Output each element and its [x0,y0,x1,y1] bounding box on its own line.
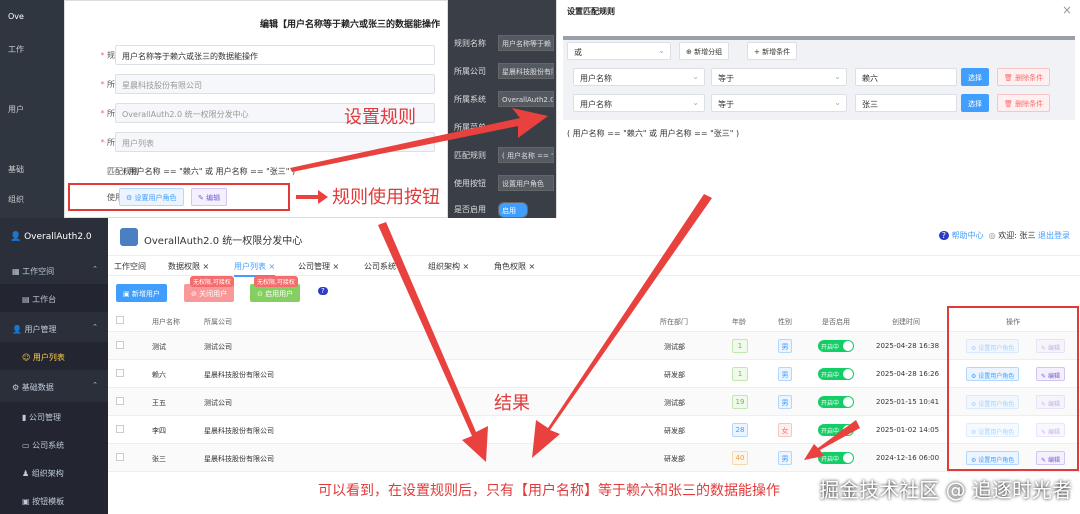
annotation-conclusion: 可以看到，在设置规则后，只有【用户名称】等于赖六和张三的数据能操作 [318,483,780,499]
annotation-result: 结果 [494,393,530,414]
arrow-shape [290,108,548,172]
annotation-arrows [290,108,860,462]
arrow-shape [378,222,488,462]
annotation-rule-button: 规则使用按钮 [332,187,440,208]
arrow-shape [804,420,860,460]
arrow-shape [296,190,328,204]
arrow-shape [532,194,712,458]
watermark: 掘金技术社区 @ 追逐时光者 [819,478,1072,502]
annotation-set-rule: 设置规则 [344,107,416,128]
